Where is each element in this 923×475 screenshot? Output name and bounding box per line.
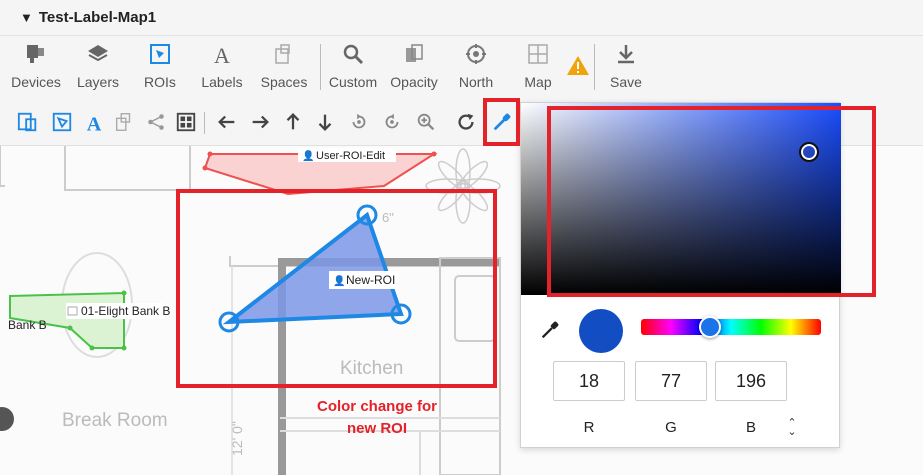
saturation-value-area[interactable]	[521, 103, 841, 295]
spaces-button[interactable]: Spaces	[256, 36, 312, 100]
layers-button[interactable]: Layers	[72, 36, 124, 100]
roi-label-elight: 01-Elight Bank B	[81, 304, 170, 318]
save-button[interactable]: Save	[604, 36, 648, 100]
warning-indicator[interactable]	[566, 36, 590, 100]
toolbar-divider	[594, 44, 595, 90]
rotate-right-tool[interactable]	[347, 110, 371, 134]
add-device-tool[interactable]	[16, 110, 40, 134]
room-label-kitchen: Kitchen	[340, 358, 403, 379]
rotate-clockwise-icon	[352, 113, 366, 129]
toolbar-divider	[204, 112, 205, 134]
labels-button[interactable]: A Labels	[196, 36, 248, 100]
reset-tool[interactable]	[454, 110, 478, 134]
spaces-icon	[115, 113, 131, 131]
devices-icon	[27, 45, 44, 63]
map-title: Test-Label-Map1	[38, 9, 157, 26]
devices-button[interactable]: Devices	[8, 36, 64, 100]
refresh-icon	[458, 113, 474, 130]
add-space-tool[interactable]	[112, 110, 136, 134]
red-input[interactable]: 18	[553, 361, 625, 401]
move-right-tool[interactable]	[248, 110, 272, 134]
svg-text:👤: 👤	[333, 274, 345, 287]
eyedropper-icon	[493, 113, 511, 131]
add-device-icon	[17, 112, 37, 132]
map-grid-icon	[528, 44, 548, 64]
move-left-tool[interactable]	[215, 110, 239, 134]
zoom-in-tool[interactable]	[414, 110, 438, 134]
opacity-icon	[406, 44, 423, 62]
map-button[interactable]: Map	[518, 36, 558, 100]
roi-label-new: New-ROI	[346, 273, 395, 287]
arrow-left-icon	[218, 115, 235, 129]
arrow-down-icon	[318, 114, 332, 131]
move-up-tool[interactable]	[281, 110, 305, 134]
plant-decoration	[425, 148, 501, 224]
download-save-icon	[618, 45, 634, 64]
spaces-icon	[275, 44, 290, 64]
custom-button[interactable]: Custom	[326, 36, 380, 100]
annotation-text: Color change for new ROI	[316, 398, 437, 437]
svg-text:A: A	[214, 43, 230, 66]
warning-icon	[567, 56, 589, 75]
up-down-chevron-icon: ⌃⌄	[787, 417, 797, 438]
add-label-tool[interactable]: A	[83, 110, 107, 134]
rois-button[interactable]: ROIs	[138, 36, 182, 100]
new-roi-polygon	[222, 211, 404, 325]
green-input[interactable]: 77	[635, 361, 707, 401]
rotate-left-tool[interactable]	[380, 110, 404, 134]
map-title-bar[interactable]: ▼ Test-Label-Map1	[0, 0, 923, 36]
layers-icon	[88, 45, 108, 62]
dimension-label: 6"	[382, 210, 394, 225]
main-toolbar: Devices Layers ROIs A Labels Spaces Cust…	[0, 36, 923, 100]
collapse-caret-icon[interactable]: ▼	[20, 10, 33, 25]
rotate-counterclockwise-icon	[385, 113, 399, 129]
share-tool[interactable]	[144, 110, 168, 134]
hue-slider-track[interactable]	[641, 319, 821, 335]
format-toggle-button[interactable]: ⌃⌄	[787, 417, 797, 438]
roi-label-user: User-ROI-Edit	[316, 150, 385, 162]
roi-label-bank: Bank B	[8, 318, 47, 332]
dimension-label: 12' 0"	[229, 421, 245, 456]
roi-icon	[150, 44, 170, 64]
share-nodes-icon	[148, 114, 164, 130]
color-picker-panel: 18 77 196 R G B ⌃⌄	[520, 102, 841, 448]
svg-text:A: A	[87, 113, 102, 133]
arrow-up-icon	[286, 113, 300, 130]
color-preview-swatch	[579, 309, 623, 353]
color-picker-tool[interactable]	[490, 110, 514, 134]
roi-edit-icon	[52, 112, 72, 132]
move-down-tool[interactable]	[313, 110, 337, 134]
picker-eyedropper-button[interactable]	[539, 319, 561, 341]
grid-icon	[176, 112, 196, 132]
opacity-button[interactable]: Opacity	[388, 36, 440, 100]
blue-input[interactable]: 196	[715, 361, 787, 401]
arrow-right-icon	[252, 115, 269, 129]
grid-tool[interactable]	[174, 110, 198, 134]
eyedropper-icon	[541, 321, 559, 339]
green-label: G	[665, 419, 677, 436]
hue-slider-thumb[interactable]	[699, 316, 721, 338]
red-label: R	[583, 419, 595, 436]
svg-text:👤: 👤	[302, 149, 314, 162]
north-button[interactable]: North	[452, 36, 500, 100]
toolbar-divider	[320, 44, 321, 90]
saturation-thumb[interactable]	[799, 142, 819, 162]
zoom-in-icon	[417, 113, 435, 131]
add-roi-tool[interactable]	[50, 110, 74, 134]
compass-icon	[466, 44, 486, 64]
text-a-icon: A	[87, 113, 102, 133]
search-icon	[343, 44, 364, 65]
room-label-break-room: Break Room	[62, 410, 168, 431]
blue-label: B	[745, 419, 756, 436]
text-a-icon: A	[214, 43, 230, 66]
